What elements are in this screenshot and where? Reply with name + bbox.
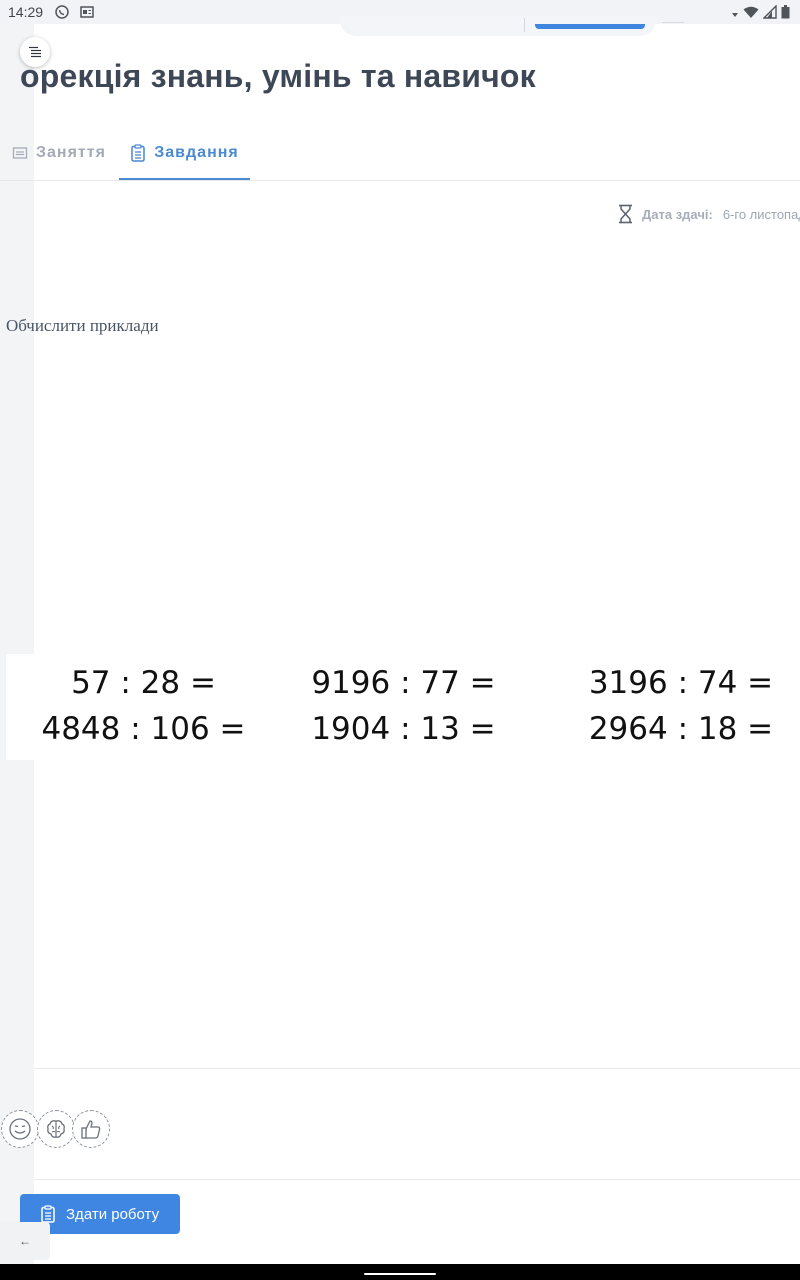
math-example: 57 : 28 = xyxy=(71,665,216,701)
assignment-text: Обчислити приклади xyxy=(6,316,159,335)
status-time: 14:29 xyxy=(8,4,44,20)
news-icon xyxy=(80,6,94,18)
hourglass-icon xyxy=(619,204,632,224)
reaction-smile-button[interactable] xyxy=(1,1110,39,1148)
math-example: 1904 : 13 = xyxy=(311,711,496,747)
clipboard-icon xyxy=(131,144,145,162)
toolbar-divider xyxy=(524,18,525,32)
tab-assignments[interactable]: Завдання xyxy=(119,128,250,180)
toolbar-dash xyxy=(662,22,684,23)
status-icons xyxy=(731,5,790,19)
brain-icon xyxy=(47,1120,65,1138)
home-indicator[interactable] xyxy=(364,1273,436,1275)
reaction-brain-button[interactable] xyxy=(37,1110,75,1148)
assignment-image[interactable]: 57 : 28 = 4848 : 106 = 9196 : 77 = 1904 … xyxy=(6,654,800,760)
menu-icon xyxy=(29,46,41,58)
smile-icon xyxy=(9,1118,31,1140)
toolbar-button[interactable] xyxy=(535,24,645,29)
back-button[interactable]: ← xyxy=(0,1222,50,1260)
math-example: 2964 : 18 = xyxy=(588,711,774,747)
reaction-thumbs-up-button[interactable] xyxy=(72,1110,110,1148)
tab-bar: Заняття Завдання xyxy=(0,128,800,181)
section-divider xyxy=(34,1179,800,1180)
data-arrows-icon xyxy=(732,13,738,17)
section-divider xyxy=(34,1068,800,1069)
side-panel-strip xyxy=(0,24,34,1264)
wifi-icon xyxy=(743,6,759,18)
due-date-label: Дата здачі: xyxy=(642,206,713,222)
submit-work-label: Здати роботу xyxy=(66,1205,160,1223)
tab-assignments-label: Завдання xyxy=(154,144,239,161)
app-screen: 14:29 орекція знань, умінь та навичок За… xyxy=(0,0,800,1280)
thumbs-up-icon xyxy=(81,1120,101,1139)
battery-icon xyxy=(781,5,790,19)
tab-lessons[interactable]: Заняття xyxy=(12,128,106,178)
examples-column: 57 : 28 = 4848 : 106 = xyxy=(36,660,251,752)
tab-lessons-label: Заняття xyxy=(36,144,106,161)
viber-icon xyxy=(55,5,69,19)
page-title: орекція знань, умінь та навичок xyxy=(20,58,536,94)
back-arrow-icon: ← xyxy=(19,1234,31,1248)
examples-column: 3196 : 74 = 2964 : 18 = xyxy=(581,660,781,752)
math-example: 4848 : 106 = xyxy=(41,711,246,747)
math-example: 9196 : 77 = xyxy=(311,665,496,701)
due-date-value: 6-го листопад xyxy=(722,206,800,222)
signal-icon xyxy=(763,5,777,19)
clipboard-icon xyxy=(41,1205,55,1223)
math-example: 3196 : 74 = xyxy=(588,665,774,701)
calendar-icon xyxy=(12,147,28,159)
examples-column: 9196 : 77 = 1904 : 13 = xyxy=(296,660,511,752)
system-nav-bar xyxy=(0,1264,800,1280)
due-date: Дата здачі: 6-го листопад xyxy=(617,204,800,224)
